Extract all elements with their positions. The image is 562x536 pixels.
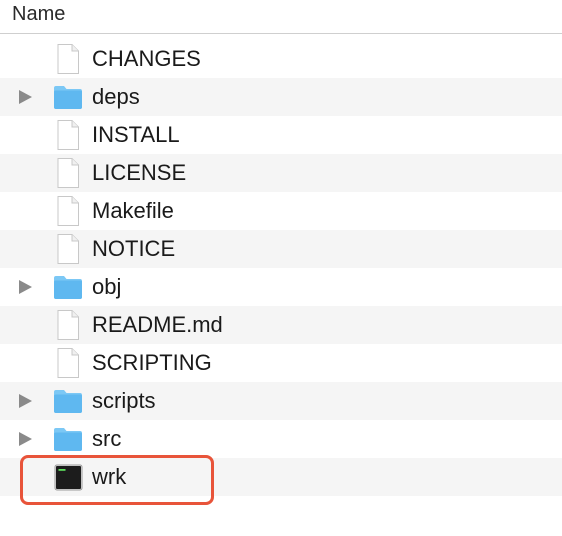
file-row[interactable]: Makefile <box>0 192 562 230</box>
document-icon <box>52 233 84 265</box>
disclosure-triangle-icon[interactable] <box>19 432 32 446</box>
file-row[interactable]: README.md <box>0 306 562 344</box>
disclosure-triangle-icon[interactable] <box>19 280 32 294</box>
file-row[interactable]: deps <box>0 78 562 116</box>
disclosure-triangle-icon[interactable] <box>19 90 32 104</box>
document-icon <box>52 119 84 151</box>
folder-icon <box>52 271 84 303</box>
folder-icon <box>52 423 84 455</box>
file-row[interactable]: SCRIPTING <box>0 344 562 382</box>
highlight-annotation <box>20 455 214 505</box>
file-name: LICENSE <box>92 160 187 185</box>
file-row[interactable]: scripts <box>0 382 562 420</box>
file-name: obj <box>92 274 122 299</box>
file-name: CHANGES <box>92 46 201 71</box>
document-icon <box>52 309 84 341</box>
file-name: Makefile <box>92 198 174 223</box>
file-row[interactable]: obj <box>0 268 562 306</box>
file-row[interactable]: src <box>0 420 562 458</box>
folder-icon <box>52 385 84 417</box>
document-icon <box>52 347 84 379</box>
document-icon <box>52 157 84 189</box>
document-icon <box>52 195 84 227</box>
folder-icon <box>52 81 84 113</box>
file-row[interactable]: INSTALL <box>0 116 562 154</box>
file-name: SCRIPTING <box>92 350 212 375</box>
file-row[interactable]: LICENSE <box>0 154 562 192</box>
file-name: INSTALL <box>92 122 180 147</box>
file-name: scripts <box>92 388 156 413</box>
file-row[interactable]: CHANGES <box>0 40 562 78</box>
file-name: README.md <box>92 312 223 337</box>
file-row[interactable]: NOTICE <box>0 230 562 268</box>
file-name: src <box>92 426 122 451</box>
document-icon <box>52 43 84 75</box>
column-header: Name <box>0 0 562 34</box>
file-name: NOTICE <box>92 236 176 261</box>
name-column-header[interactable]: Name <box>12 3 65 25</box>
file-name: deps <box>92 84 140 109</box>
disclosure-triangle-icon[interactable] <box>19 394 32 408</box>
